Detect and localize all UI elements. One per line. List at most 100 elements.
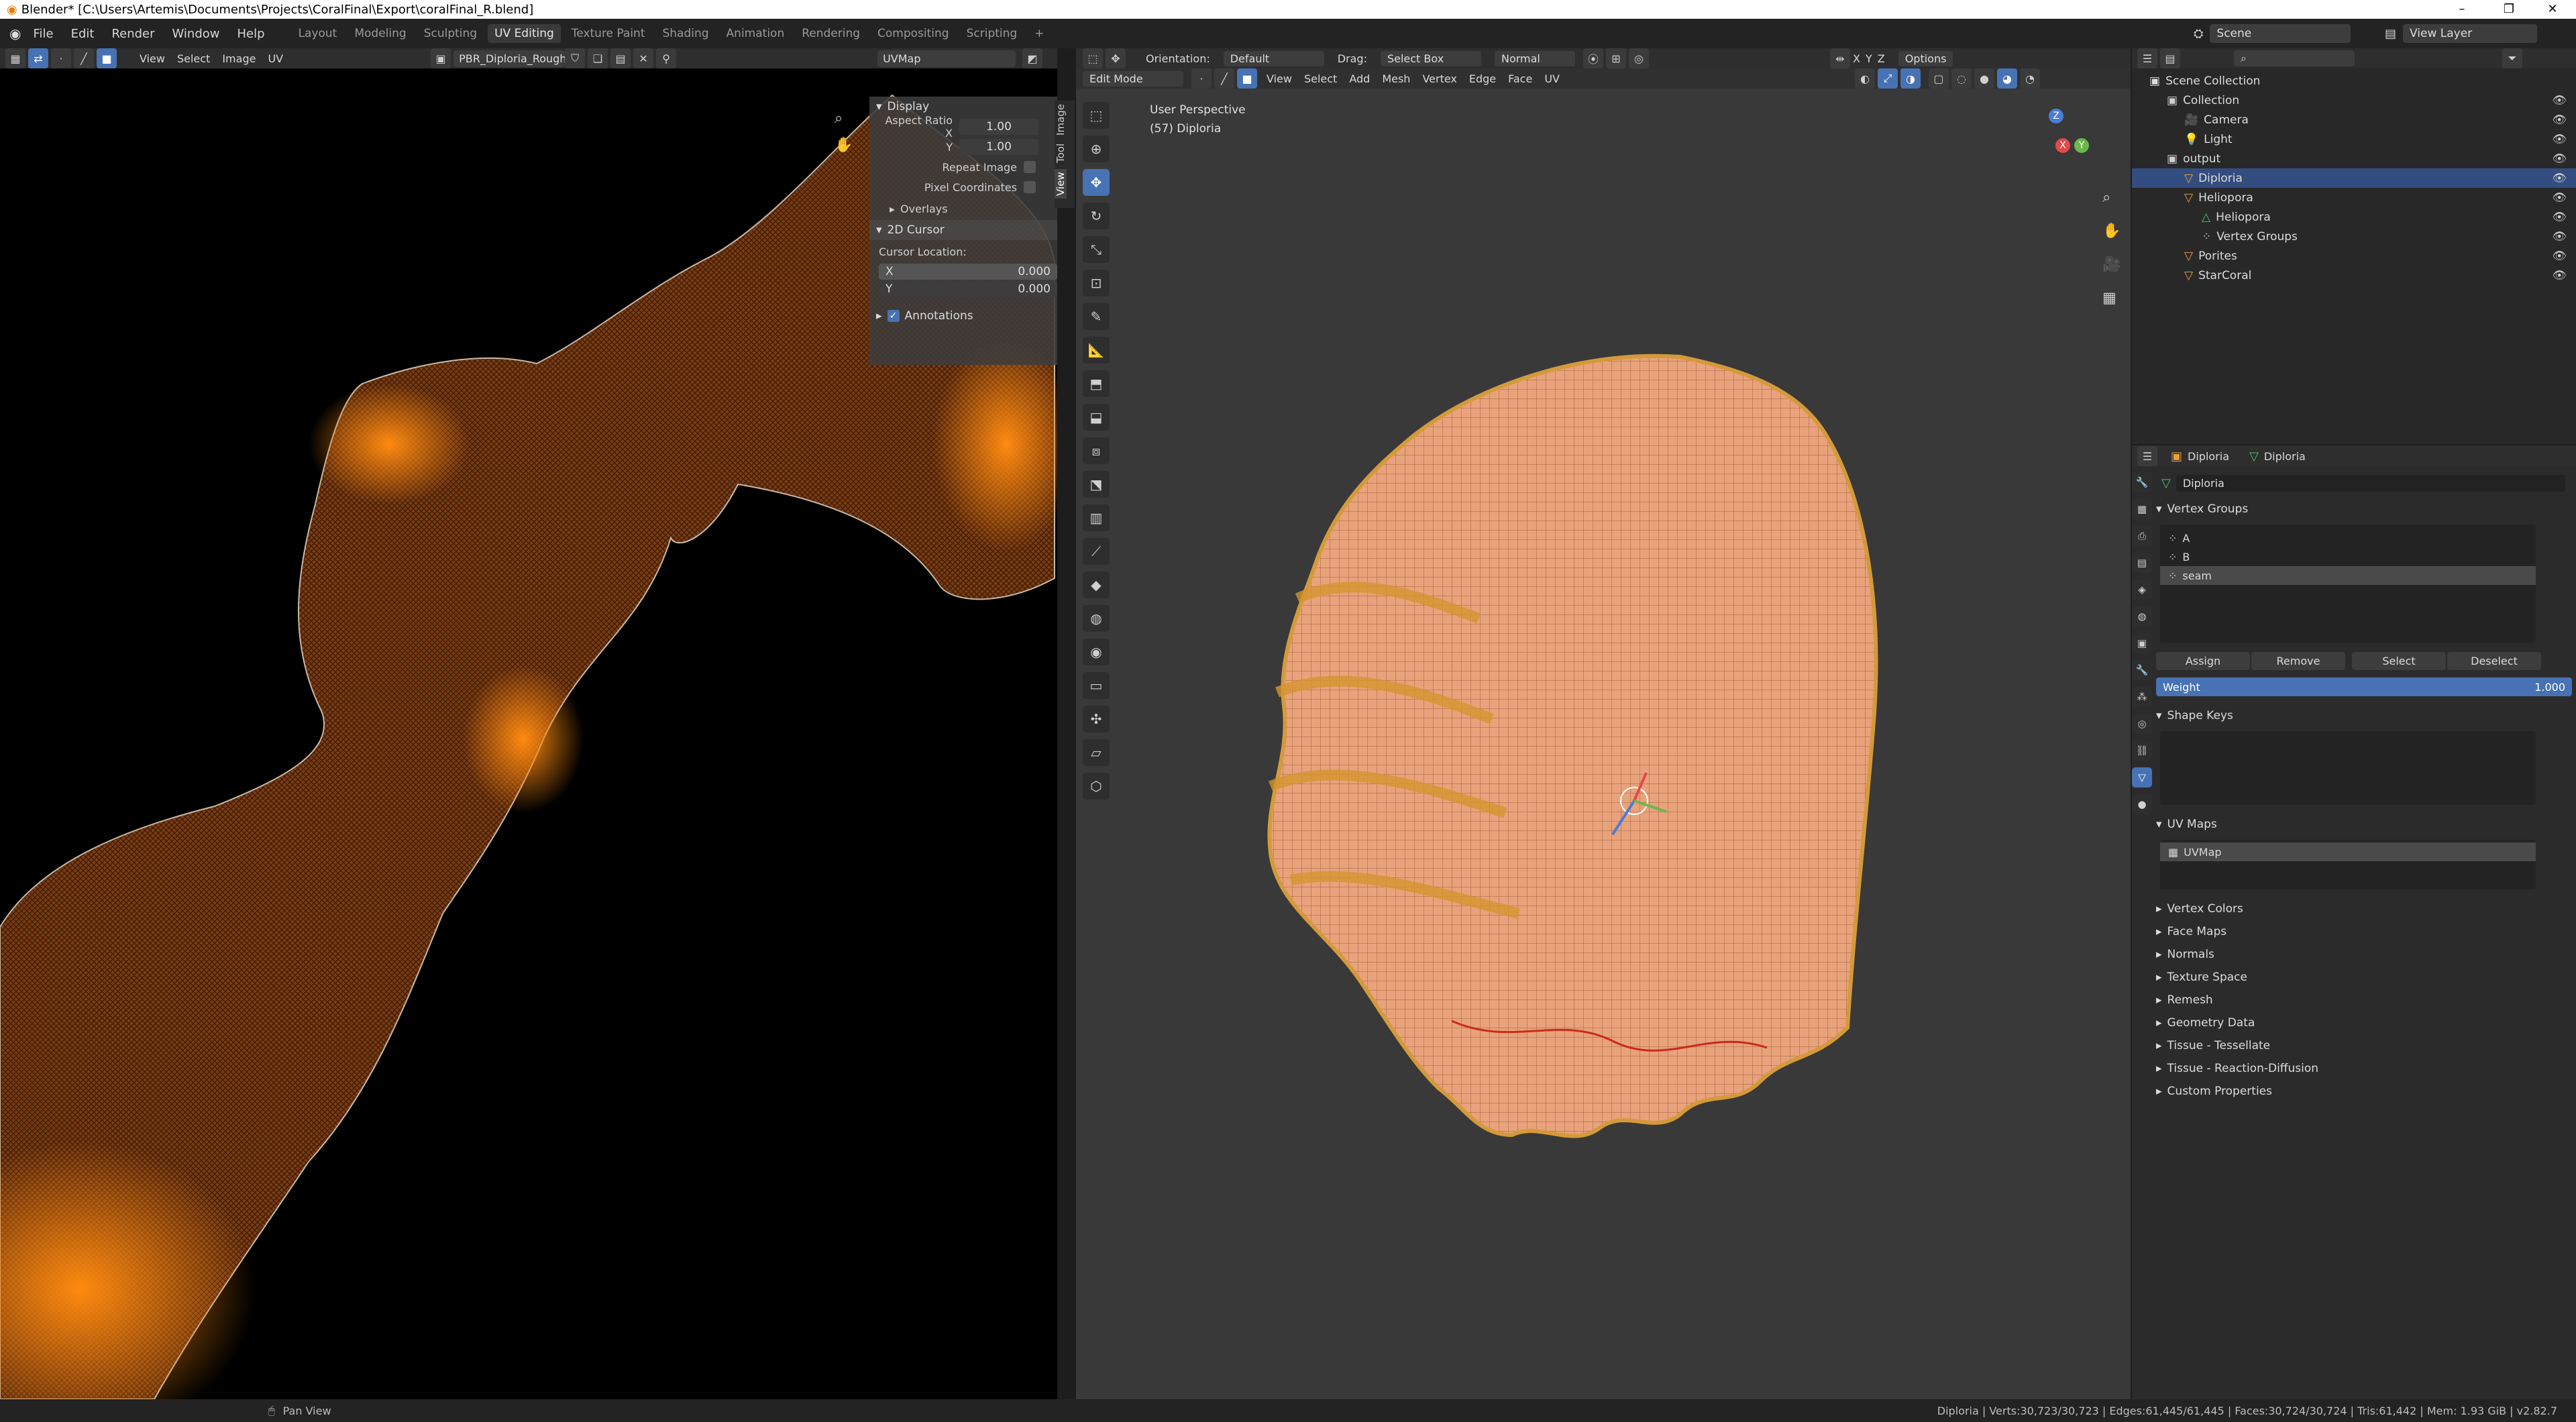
vp-menu-edge[interactable]: Edge — [1469, 72, 1496, 85]
display-channels-icon[interactable]: ◩ — [1022, 48, 1043, 68]
tab-animation[interactable]: Animation — [720, 24, 792, 43]
tab-tool[interactable]: Tool — [1055, 140, 1067, 166]
vp-menu-uv[interactable]: UV — [1544, 72, 1560, 85]
mirror-x[interactable]: X — [1853, 52, 1860, 65]
vertex-group-item[interactable]: ⁘ B — [2160, 547, 2536, 566]
uvmap-selector[interactable]: UVMap — [877, 50, 1016, 67]
display-mode-icon[interactable]: ▤ — [2160, 48, 2180, 68]
gizmo-icon[interactable]: ⤢ — [1877, 68, 1898, 89]
scene-selector[interactable]: ⛭ Scene — [2194, 23, 2351, 44]
tab-uv-editing[interactable]: UV Editing — [488, 24, 561, 43]
section-custom-properties[interactable]: ▸ Custom Properties — [2156, 1080, 2572, 1103]
tab-sculpting[interactable]: Sculpting — [417, 24, 484, 43]
solid-shading-icon[interactable]: ● — [1974, 68, 1994, 89]
menu-window[interactable]: Window — [172, 27, 220, 41]
gizmo-y[interactable]: Y — [2074, 138, 2089, 153]
vp-menu-vertex[interactable]: Vertex — [1422, 72, 1456, 85]
editor-type-icon[interactable]: ☰ — [2137, 48, 2157, 68]
constraints-tab-icon[interactable]: ⛓ — [2132, 741, 2152, 761]
vp-menu-face[interactable]: Face — [1508, 72, 1532, 85]
cursor-x-field[interactable]: X 0.000 — [879, 264, 1057, 280]
gizmo-x[interactable]: X — [2055, 138, 2070, 153]
tab-compositing[interactable]: Compositing — [871, 24, 956, 43]
overlays-subpanel[interactable]: ▸ Overlays — [869, 197, 1057, 220]
visibility-eye-icon[interactable]: 👁 — [2552, 172, 2567, 185]
overlay-icon[interactable]: ◑ — [1900, 68, 1921, 89]
visibility-eye-icon[interactable]: 👁 — [2552, 230, 2567, 243]
visibility-eye-icon[interactable]: 👁 — [2552, 133, 2567, 146]
cursor-panel-header[interactable]: ▾ 2D Cursor — [869, 220, 1057, 240]
face-mode-icon[interactable]: ■ — [1237, 68, 1257, 89]
scene-name[interactable]: Scene — [2210, 24, 2351, 43]
visibility-eye-icon[interactable]: 👁 — [2552, 113, 2567, 127]
outliner-root[interactable]: ▣ Scene Collection — [2132, 71, 2576, 91]
shape-keys-header[interactable]: ▾ Shape Keys — [2156, 704, 2572, 727]
section-vertex-colors[interactable]: ▸ Vertex Colors — [2156, 897, 2572, 920]
scene-tab-icon[interactable]: ◈ — [2132, 580, 2152, 600]
edge-mode-icon[interactable]: ╱ — [1214, 68, 1234, 89]
vertex-group-item-selected[interactable]: ⁘ seam — [2160, 566, 2536, 585]
outliner-item-light[interactable]: 💡 Light 👁 — [2132, 129, 2576, 149]
zoom-icon[interactable]: ⌕ — [835, 110, 843, 127]
open-image-icon[interactable]: ▤ — [610, 48, 631, 68]
deselect-button[interactable]: Deselect — [2447, 651, 2541, 670]
uv-menu-select[interactable]: Select — [177, 52, 210, 65]
navigation-gizmo[interactable]: Z X Y — [2015, 109, 2096, 189]
blender-menu-icon[interactable]: ◉ — [9, 25, 21, 42]
ortho-toggle-icon[interactable]: ▦ — [2102, 290, 2123, 323]
object-tab-icon[interactable]: ▣ — [2132, 633, 2152, 653]
remove-button[interactable]: Remove — [2251, 651, 2345, 670]
mirror-z[interactable]: Z — [1878, 52, 1885, 65]
repeat-image-checkbox[interactable] — [1024, 161, 1036, 173]
tool-tab-icon[interactable]: 🔧 — [2132, 472, 2152, 492]
sync-selection-icon[interactable]: ⇄ — [28, 48, 48, 68]
uv-menu-uv[interactable]: UV — [268, 52, 283, 65]
tab-layout[interactable]: Layout — [292, 24, 344, 43]
pivot-dropdown[interactable]: Normal — [1494, 50, 1575, 66]
cursor-y-field[interactable]: Y 0.000 — [879, 281, 1057, 297]
vp-menu-view[interactable]: View — [1267, 72, 1292, 85]
uv-menu-image[interactable]: Image — [222, 52, 256, 65]
pixel-coords-checkbox[interactable] — [1024, 181, 1036, 193]
pan-hand-icon[interactable]: ✋ — [2102, 223, 2123, 256]
minimize-button[interactable]: – — [2442, 0, 2482, 19]
menu-edit[interactable]: Edit — [71, 27, 95, 41]
vertex-mode-icon[interactable]: · — [1191, 68, 1212, 89]
outliner-item-heliopora[interactable]: △ Heliopora 👁 — [2132, 207, 2576, 227]
view-layer-name[interactable]: View Layer — [2403, 24, 2538, 43]
editor-type-icon[interactable]: ⬚ — [1083, 48, 1103, 68]
section-texture-space[interactable]: ▸ Texture Space — [2156, 966, 2572, 989]
drag-dropdown[interactable]: Select Box — [1380, 50, 1481, 66]
view-layer-selector[interactable]: ▤ View Layer — [2385, 23, 2538, 44]
tab-image[interactable]: Image — [1055, 103, 1067, 137]
outliner-item-porites[interactable]: ▽ Porites 👁 — [2132, 246, 2576, 266]
vertex-select-icon[interactable]: · — [51, 48, 71, 68]
tab-shading[interactable]: Shading — [655, 24, 715, 43]
outliner-item-camera[interactable]: 🎥 Camera 👁 — [2132, 110, 2576, 129]
add-workspace-button[interactable]: + — [1028, 24, 1051, 43]
section-geometry-data[interactable]: ▸ Geometry Data — [2156, 1011, 2572, 1034]
mirror-icon[interactable]: ⇹ — [1829, 48, 1850, 68]
output-tab-icon[interactable]: ⎙ — [2132, 526, 2152, 546]
proportional-edit-icon[interactable]: ◎ — [1628, 48, 1649, 68]
camera-view-icon[interactable]: 🎥 — [2102, 256, 2123, 290]
render-tab-icon[interactable]: ▦ — [2132, 499, 2152, 519]
mode-dropdown[interactable]: Edit Mode — [1083, 70, 1183, 87]
visibility-icon[interactable]: ◐ — [1854, 68, 1875, 89]
uv-menu-view[interactable]: View — [140, 52, 165, 65]
section-remesh[interactable]: ▸ Remesh — [2156, 989, 2572, 1011]
vp-menu-add[interactable]: Add — [1349, 72, 1370, 85]
zoom-icon[interactable]: ⌕ — [2102, 189, 2123, 223]
pan-hand-icon[interactable]: ✋ — [835, 137, 853, 154]
select-button[interactable]: Select — [2352, 651, 2446, 670]
outliner-item-diploria[interactable]: ▽ Diploria 👁 — [2132, 168, 2576, 188]
filter-icon[interactable]: ⏷ — [2502, 48, 2522, 68]
unlink-image-icon[interactable]: ✕ — [633, 48, 654, 68]
vertex-group-item[interactable]: ⁘ A — [2160, 529, 2536, 547]
data-name-field[interactable]: Diploria — [2176, 474, 2565, 492]
orientation-dropdown[interactable]: Default — [1223, 50, 1324, 66]
image-name-field[interactable]: PBR_Diploria_Rough... — [453, 50, 566, 67]
section-face-maps[interactable]: ▸ Face Maps — [2156, 920, 2572, 943]
visibility-eye-icon[interactable]: 👁 — [2552, 211, 2567, 224]
physics-tab-icon[interactable]: ◎ — [2132, 714, 2152, 734]
